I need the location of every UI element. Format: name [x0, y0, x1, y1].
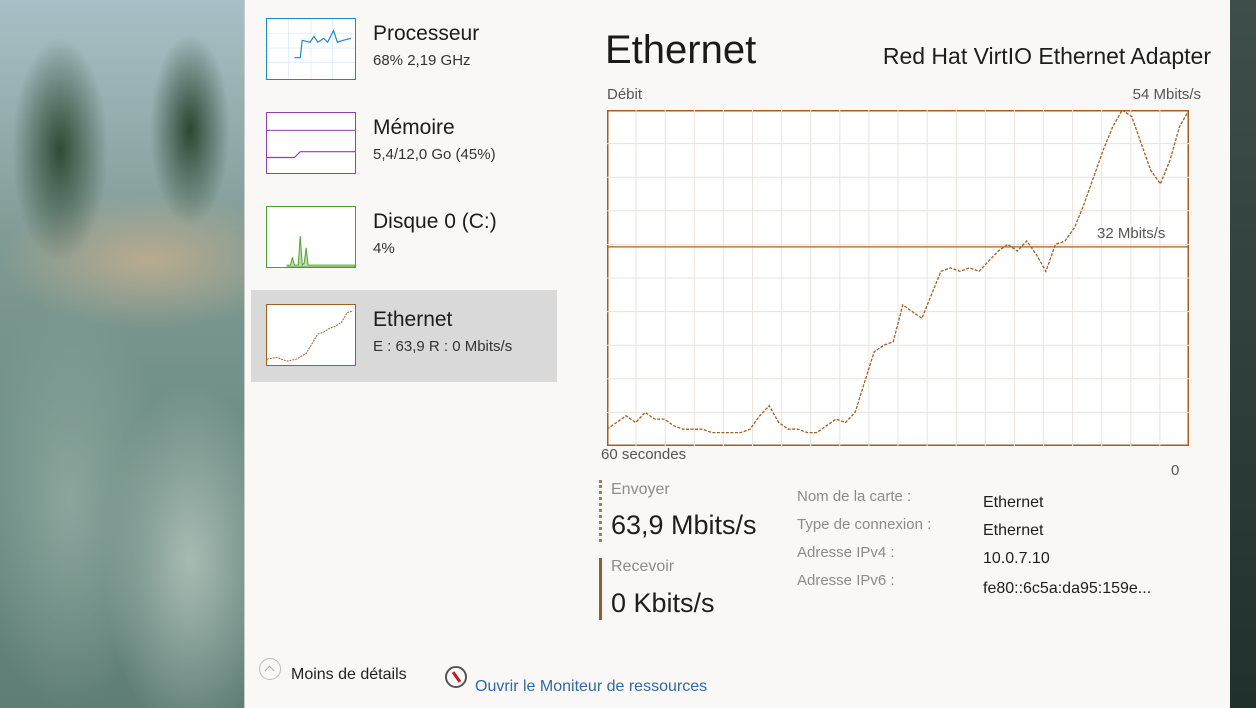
- ipv6-key: Adresse IPv6 :: [797, 572, 895, 589]
- throughput-graph: [607, 110, 1189, 446]
- collapse-chevron-icon[interactable]: [259, 658, 281, 680]
- ethernet-thumbnail: [266, 304, 356, 366]
- ethernet-throughput: E : 63,9 R : 0 Mbits/s: [373, 338, 513, 355]
- memory-title: Mémoire: [373, 116, 455, 139]
- ipv6-value: fe80::6c5a:da95:159e...: [983, 580, 1152, 597]
- connection-type-value: Ethernet: [983, 522, 1044, 539]
- ethernet-title: Ethernet: [373, 308, 453, 331]
- graph-time-label: 60 secondes: [601, 446, 687, 463]
- performance-sidebar: Processeur 68% 2,19 GHz Mémoire 5,4/12,0…: [245, 0, 557, 660]
- graph-mid-label: 32 Mbits/s: [1097, 225, 1166, 242]
- memory-thumbnail: [266, 112, 356, 174]
- sidebar-item-ethernet[interactable]: Ethernet E : 63,9 R : 0 Mbits/s: [251, 290, 557, 382]
- task-manager-window: Processeur 68% 2,19 GHz Mémoire 5,4/12,0…: [244, 0, 1230, 708]
- disk-thumbnail: [266, 206, 356, 268]
- footer: Moins de détails Ouvrir le Moniteur de r…: [245, 648, 1231, 708]
- adapter-name-value: Ethernet: [983, 494, 1044, 511]
- ethernet-details-panel: Ethernet Red Hat VirtIO Ethernet Adapter…: [575, 0, 1231, 708]
- ipv4-key: Adresse IPv4 :: [797, 544, 895, 561]
- desktop-background: [0, 0, 250, 708]
- sidebar-item-disk[interactable]: Disque 0 (C:) 4%: [251, 192, 557, 284]
- receive-label: Recevoir: [611, 558, 675, 575]
- graph-label: Débit: [607, 86, 643, 103]
- receive-value: 0 Kbits/s: [611, 588, 715, 618]
- receive-indicator: [599, 558, 602, 620]
- adapter-name-key: Nom de la carte :: [797, 488, 912, 505]
- disk-usage: 4%: [373, 240, 395, 257]
- connection-type-key: Type de connexion :: [797, 516, 932, 533]
- page-title: Ethernet: [605, 28, 757, 72]
- memory-usage: 5,4/12,0 Go (45%): [373, 146, 496, 163]
- processor-title: Processeur: [373, 22, 480, 45]
- processor-thumbnail: [266, 18, 356, 80]
- less-details-button[interactable]: Moins de détails: [291, 666, 407, 684]
- processor-usage: 68% 2,19 GHz: [373, 52, 471, 69]
- sidebar-item-processor[interactable]: Processeur 68% 2,19 GHz: [251, 4, 557, 96]
- send-value: 63,9 Mbits/s: [611, 510, 757, 540]
- send-label: Envoyer: [611, 481, 670, 498]
- disk-title: Disque 0 (C:): [373, 210, 497, 233]
- ipv4-value: 10.0.7.10: [983, 550, 1050, 567]
- graph-max-label: 54 Mbits/s: [1132, 86, 1201, 103]
- graph-zero-label: 0: [1171, 462, 1180, 479]
- resource-monitor-icon[interactable]: [445, 666, 467, 688]
- sidebar-item-memory[interactable]: Mémoire 5,4/12,0 Go (45%): [251, 98, 557, 190]
- send-indicator: [599, 480, 602, 542]
- open-resource-monitor-link[interactable]: Ouvrir le Moniteur de ressources: [475, 678, 707, 696]
- adapter-name: Red Hat VirtIO Ethernet Adapter: [882, 43, 1211, 69]
